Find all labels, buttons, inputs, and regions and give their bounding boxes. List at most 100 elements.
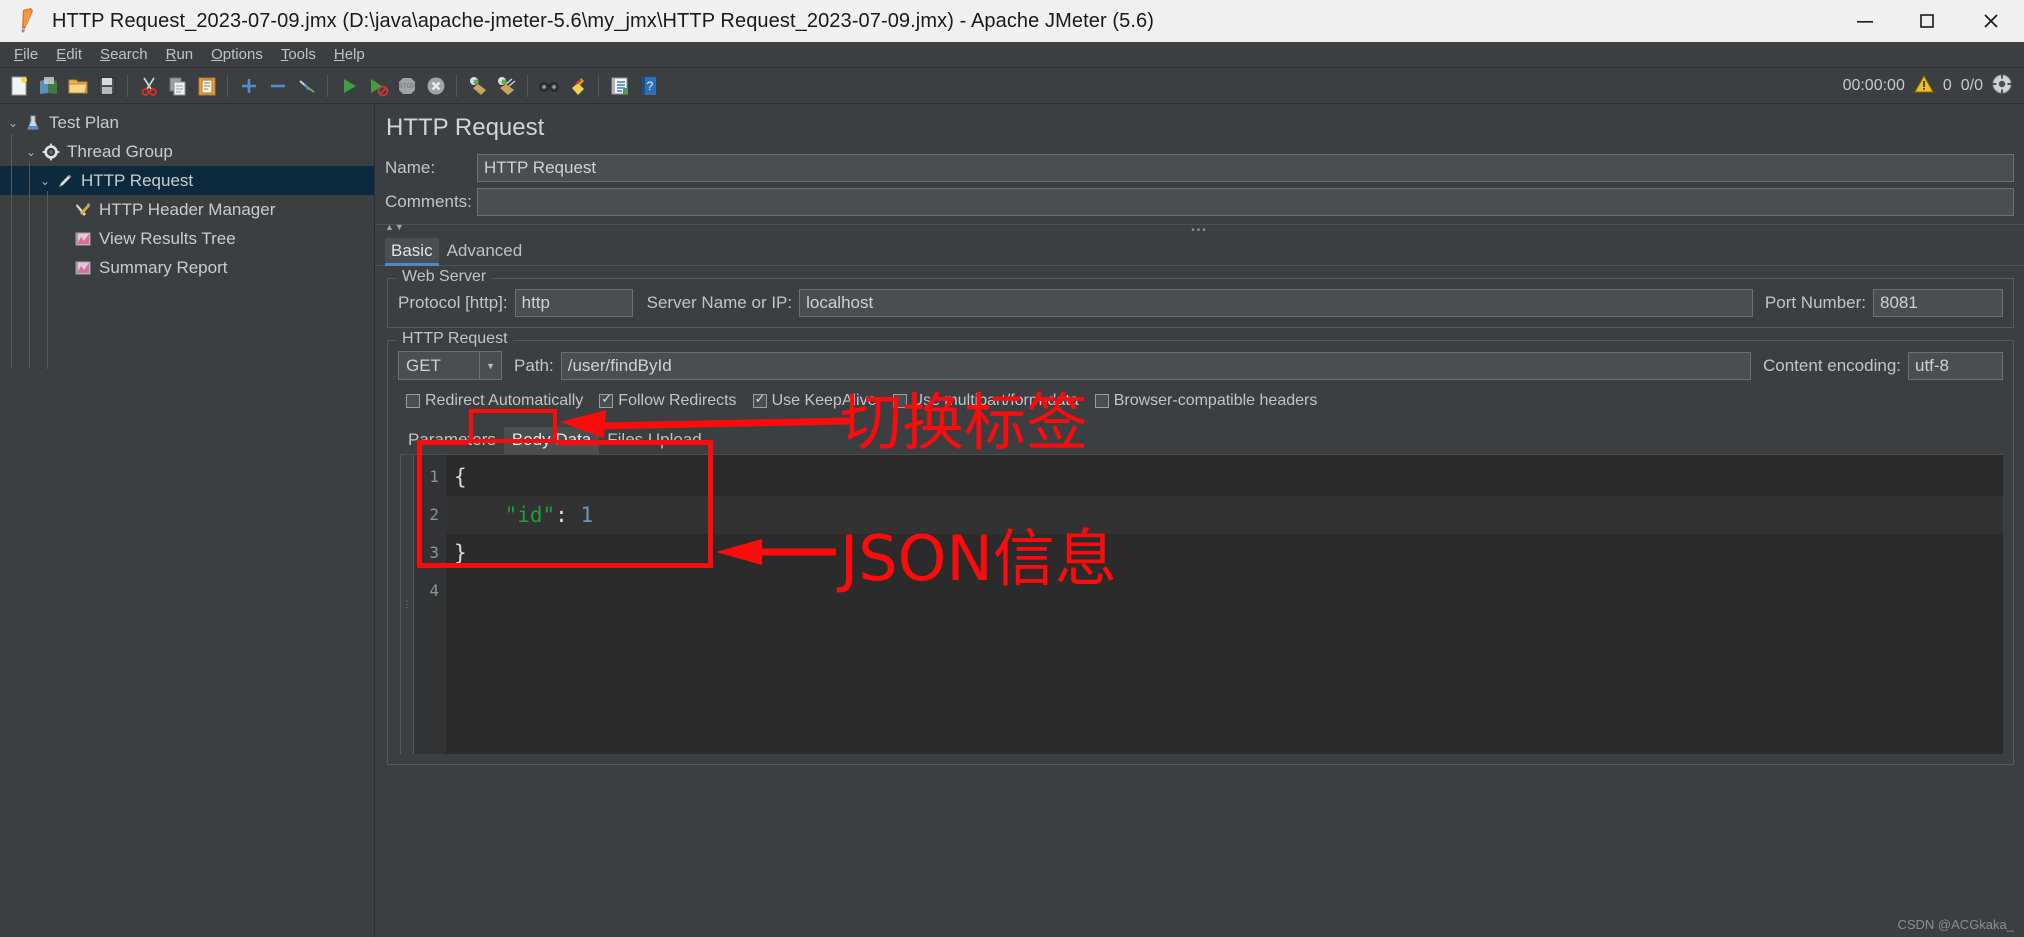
tree-item-http-request[interactable]: ⌄ HTTP Request: [0, 166, 374, 195]
checkbox-follow-redirects[interactable]: Follow Redirects: [599, 392, 737, 410]
menu-run-rest: un: [176, 45, 194, 63]
server-label: Server Name or IP:: [646, 293, 793, 312]
port-input[interactable]: [1873, 289, 2003, 317]
menu-help[interactable]: Help: [325, 44, 374, 66]
subtab-parameters[interactable]: Parameters: [400, 427, 504, 454]
code-token: :: [555, 503, 581, 527]
checkbox-label: Follow Redirects: [618, 392, 737, 409]
open-icon[interactable]: [64, 72, 91, 100]
server-input[interactable]: [799, 289, 1753, 317]
menu-edit[interactable]: Edit: [47, 44, 91, 66]
code-token: }: [454, 541, 467, 565]
remote-engines-icon[interactable]: [1992, 74, 2012, 99]
tab-basic[interactable]: Basic: [385, 238, 439, 266]
copy-icon[interactable]: [164, 72, 191, 100]
clear-all-icon[interactable]: [493, 72, 520, 100]
tree-item-view-results-tree[interactable]: ⌄ View Results Tree: [0, 224, 374, 253]
panel-splitter[interactable]: •••: [375, 224, 2024, 236]
checkbox-box[interactable]: [752, 392, 767, 408]
menu-options[interactable]: Options: [202, 44, 272, 66]
start-no-pauses-icon[interactable]: [364, 72, 391, 100]
shutdown-icon[interactable]: [422, 72, 449, 100]
content-encoding-label: Content encoding:: [1763, 355, 1901, 375]
main-area: ⌄ Test Plan ⌄ Thread Group ⌄ HTTP Reques…: [0, 104, 2024, 937]
toolbar-separator: [327, 74, 328, 97]
content-encoding-input[interactable]: [1908, 351, 2003, 380]
chevron-down-icon[interactable]: ⌄: [22, 146, 40, 158]
menu-search[interactable]: Search: [91, 44, 157, 66]
expand-icon[interactable]: [235, 72, 262, 100]
protocol-input[interactable]: [514, 289, 633, 317]
warning-count: 0: [1942, 77, 1952, 94]
checkbox-box[interactable]: [1094, 394, 1109, 408]
collapse-icon[interactable]: [264, 72, 291, 100]
menu-run[interactable]: Run: [157, 44, 203, 66]
maximize-button[interactable]: [1896, 0, 1958, 42]
tree-label: HTTP Header Manager: [99, 199, 276, 219]
tree-guide-line: [47, 191, 48, 369]
subtab-files-upload[interactable]: Files Upload: [599, 427, 710, 454]
checkbox-use-multipart-form-data[interactable]: Use multipart/form-data: [892, 392, 1079, 410]
chevron-down-icon[interactable]: ▼: [479, 352, 501, 379]
chevron-down-icon[interactable]: ⌄: [36, 175, 54, 187]
checkbox-label: Redirect Automatically: [425, 392, 584, 409]
tab-scroll-arrows[interactable]: ▲▼: [385, 222, 405, 232]
body-data-editor[interactable]: ⋮ 1 2 3 4 { "id": 1 }: [400, 454, 2003, 754]
http-request-legend: HTTP Request: [397, 330, 513, 348]
web-server-row: Protocol [http]: Server Name or IP: Port…: [398, 289, 2003, 317]
close-button[interactable]: [1958, 0, 2024, 42]
tree-item-summary-report[interactable]: ⌄ Summary Report: [0, 253, 374, 282]
stop-icon[interactable]: STOP: [393, 72, 420, 100]
menu-file-rest: ile: [23, 45, 39, 63]
reset-search-icon[interactable]: [564, 72, 591, 100]
view-results-tree-icon: [72, 229, 94, 249]
search-icon[interactable]: [535, 72, 562, 100]
tree-guide-line: [29, 162, 30, 369]
clear-icon[interactable]: [464, 72, 491, 100]
new-icon[interactable]: [6, 72, 33, 100]
checkbox-use-keepalive[interactable]: Use KeepAlive: [752, 392, 877, 410]
tree-item-thread-group[interactable]: ⌄ Thread Group: [0, 137, 374, 166]
checkbox-box[interactable]: [599, 392, 614, 408]
tree-guide-line: [11, 134, 12, 369]
comments-input[interactable]: [477, 188, 2014, 216]
cut-icon[interactable]: [135, 72, 162, 100]
code-token-key: "id": [504, 503, 556, 527]
name-input[interactable]: [477, 154, 2014, 182]
templates-icon[interactable]: [35, 72, 62, 100]
page-title: HTTP Request: [386, 114, 545, 141]
jmeter-app-icon: [14, 7, 44, 35]
paste-icon[interactable]: [193, 72, 220, 100]
method-select[interactable]: GET ▼: [398, 351, 503, 380]
tree-item-http-header-manager[interactable]: ⌄ HTTP Header Manager: [0, 195, 374, 224]
tree-item-test-plan[interactable]: ⌄ Test Plan: [0, 108, 374, 137]
line-number: 3: [429, 543, 439, 562]
tree-label: Summary Report: [99, 257, 228, 277]
menu-tools[interactable]: Tools: [272, 44, 325, 66]
start-icon[interactable]: [335, 72, 362, 100]
tree-label: View Results Tree: [99, 228, 236, 248]
toolbar-status-area: 00:00:00 0 0/0: [1843, 68, 2012, 104]
checkbox-box[interactable]: [892, 394, 907, 408]
warning-triangle-icon[interactable]: [1913, 74, 1934, 98]
chevron-down-icon[interactable]: ⌄: [4, 117, 22, 129]
line-number: 4: [429, 581, 439, 600]
save-icon[interactable]: [93, 72, 120, 100]
checkbox-browser-compatible-headers[interactable]: Browser-compatible headers: [1094, 392, 1317, 410]
function-helper-icon[interactable]: [606, 72, 633, 100]
menu-file[interactable]: File: [5, 44, 47, 66]
toggle-icon[interactable]: [293, 72, 320, 100]
watermark: CSDN @ACGkaka_: [1897, 917, 2014, 932]
path-input[interactable]: [560, 351, 1751, 380]
tab-advanced[interactable]: Advanced: [441, 238, 529, 265]
comments-field-row: Comments:: [385, 188, 2024, 216]
editor-code-area[interactable]: { "id": 1 }: [446, 455, 2003, 754]
editor-drag-handle[interactable]: ⋮: [400, 455, 414, 754]
checkbox-redirect-automatically[interactable]: Redirect Automatically: [406, 392, 583, 410]
checkbox-box[interactable]: [406, 394, 420, 408]
name-field-row: Name:: [385, 154, 2024, 182]
subtab-body-data[interactable]: Body Data: [503, 427, 600, 454]
minimize-button[interactable]: [1834, 0, 1896, 42]
help-icon[interactable]: ?: [635, 72, 662, 100]
